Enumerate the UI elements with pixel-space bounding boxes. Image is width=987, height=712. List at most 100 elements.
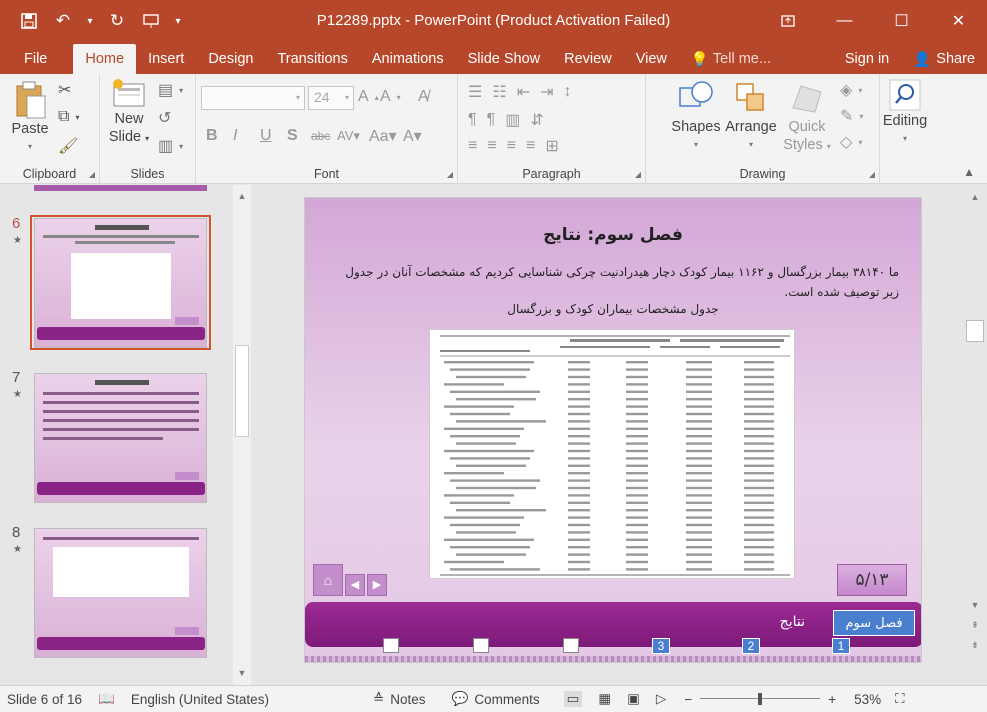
- slide-body-text[interactable]: ما ۳۸۱۴۰ بیمار بزرگسال و ۱۱۶۲ بیمار کودک…: [329, 262, 899, 302]
- zoom-out-icon[interactable]: −: [684, 692, 692, 707]
- tab-review[interactable]: Review: [552, 44, 624, 74]
- grow-font-icon[interactable]: A ▴: [358, 88, 379, 106]
- language-indicator[interactable]: English (United States): [131, 692, 269, 707]
- slide-canvas[interactable]: فصل سوم: نتایج ما ۳۸۱۴۰ بیمار بزرگسال و …: [304, 197, 922, 663]
- sign-in-link[interactable]: Sign in: [833, 44, 901, 74]
- customize-qat-icon[interactable]: ▾: [170, 6, 186, 36]
- close-button[interactable]: ✕: [930, 0, 987, 42]
- thumbnail-scrollbar[interactable]: ▲ ▼: [233, 185, 251, 685]
- collapse-ribbon-icon[interactable]: ▲: [963, 165, 975, 179]
- font-size-combo[interactable]: 24 ▾: [308, 86, 354, 110]
- justify-icon[interactable]: ≡: [526, 137, 535, 155]
- paragraph-launcher-icon[interactable]: ◢: [635, 170, 641, 179]
- characteristics-table-image[interactable]: [429, 329, 795, 579]
- align-left-icon[interactable]: ≡: [468, 137, 477, 155]
- clipboard-launcher-icon[interactable]: ◢: [89, 170, 95, 179]
- undo-icon[interactable]: ↶: [48, 6, 78, 36]
- shape-outline-icon[interactable]: ✎ ▾: [840, 106, 863, 126]
- format-painter-icon[interactable]: 🖌: [58, 136, 78, 156]
- rtl-icon[interactable]: ¶: [468, 111, 477, 129]
- underline-icon[interactable]: U: [260, 127, 287, 145]
- table-caption[interactable]: جدول مشخصات بیماران کودک و بزرگسال: [305, 302, 921, 316]
- clear-format-icon[interactable]: A̸: [418, 88, 429, 106]
- text-direction-icon[interactable]: ⇵: [530, 110, 543, 130]
- comments-button[interactable]: 💬 Comments: [452, 691, 540, 707]
- normal-view-icon[interactable]: ▭: [563, 691, 583, 707]
- align-center-icon[interactable]: ≡: [487, 137, 496, 155]
- ribbon-display-icon[interactable]: [759, 0, 816, 42]
- shape-fill-icon[interactable]: ◈ ▾: [840, 80, 862, 100]
- line-spacing-icon[interactable]: ↕: [564, 83, 572, 101]
- change-case-icon[interactable]: Aa▾: [369, 126, 403, 146]
- slide-scroll-thumb[interactable]: [966, 320, 984, 342]
- decrease-indent-icon[interactable]: ⇤: [517, 82, 530, 102]
- arrange-button[interactable]: Arrange ▾: [722, 78, 780, 154]
- undo-dropdown-icon[interactable]: ▾: [82, 6, 98, 36]
- bullets-icon[interactable]: ☰: [468, 82, 482, 102]
- tab-insert[interactable]: Insert: [136, 44, 196, 74]
- ltr-icon[interactable]: ¶: [487, 111, 496, 129]
- bold-icon[interactable]: B: [206, 127, 233, 145]
- reset-icon[interactable]: ↺: [158, 108, 171, 128]
- save-icon[interactable]: [14, 6, 44, 36]
- slide-title[interactable]: فصل سوم: نتایج: [305, 225, 921, 245]
- nav-number-3[interactable]: 3: [652, 638, 670, 654]
- italic-icon[interactable]: I: [233, 127, 260, 145]
- shape-effects-icon[interactable]: ◇ ▾: [840, 132, 862, 152]
- new-slide-button[interactable]: New Slide ▾: [106, 78, 152, 148]
- shrink-font-icon[interactable]: A ▾: [380, 88, 401, 106]
- scroll-up-icon[interactable]: ▲: [966, 189, 984, 205]
- spell-check-icon[interactable]: 📖: [98, 691, 115, 707]
- zoom-in-icon[interactable]: +: [828, 692, 836, 707]
- increase-indent-icon[interactable]: ⇥: [540, 82, 553, 102]
- align-text-icon[interactable]: ⊞: [545, 136, 558, 156]
- next-slide-icon[interactable]: ⇟: [966, 637, 984, 653]
- previous-thumbnail-edge[interactable]: [34, 185, 207, 191]
- strikethrough-icon[interactable]: abc: [311, 129, 337, 143]
- slide-sorter-icon[interactable]: ▦: [598, 691, 611, 707]
- nav-dot[interactable]: [383, 638, 399, 653]
- tab-animations[interactable]: Animations: [360, 44, 456, 74]
- slide-thumbnail-7[interactable]: [34, 373, 207, 503]
- shadow-icon[interactable]: S: [287, 127, 311, 145]
- editing-button[interactable]: Editing ▾: [880, 78, 930, 148]
- quick-styles-button[interactable]: Quick Styles ▾: [780, 78, 834, 156]
- home-icon[interactable]: ⌂: [313, 564, 343, 596]
- tab-slide-show[interactable]: Slide Show: [456, 44, 553, 74]
- nav-number-1[interactable]: 1: [832, 638, 850, 654]
- fit-slide-icon[interactable]: ⛶: [895, 691, 904, 707]
- shapes-button[interactable]: Shapes ▾: [670, 78, 722, 154]
- scroll-down-icon[interactable]: ▼: [966, 597, 984, 613]
- font-color-icon[interactable]: A▾: [403, 126, 423, 146]
- tab-view[interactable]: View: [624, 44, 679, 74]
- nav-dot[interactable]: [473, 638, 489, 653]
- slide-thumbnail-6[interactable]: [34, 218, 207, 348]
- nav-number-2[interactable]: 2: [742, 638, 760, 654]
- minimize-button[interactable]: —: [816, 0, 873, 42]
- scroll-down-icon[interactable]: ▼: [233, 665, 251, 681]
- paste-button[interactable]: Paste ▾: [10, 80, 50, 156]
- reading-view-icon[interactable]: ▣: [627, 691, 640, 707]
- redo-icon[interactable]: ↻: [102, 6, 132, 36]
- zoom-level[interactable]: 53%: [854, 692, 881, 707]
- thumbnail-scroll-thumb[interactable]: [235, 345, 249, 437]
- tab-design[interactable]: Design: [196, 44, 265, 74]
- drawing-launcher-icon[interactable]: ◢: [869, 170, 875, 179]
- nav-dot[interactable]: [563, 638, 579, 653]
- previous-slide-icon[interactable]: ⇞: [966, 617, 984, 633]
- tab-transitions[interactable]: Transitions: [265, 44, 359, 74]
- tab-home[interactable]: Home: [73, 44, 137, 74]
- chapter-button[interactable]: فصل سوم: [833, 610, 915, 636]
- slide-thumbnail-8[interactable]: [34, 528, 207, 658]
- zoom-slider[interactable]: [700, 693, 821, 705]
- cut-icon[interactable]: ✂: [58, 80, 71, 100]
- font-launcher-icon[interactable]: ◢: [447, 170, 453, 179]
- next-arrow-icon[interactable]: ▶: [367, 574, 387, 596]
- columns-icon[interactable]: ▥: [505, 110, 520, 130]
- prev-arrow-icon[interactable]: ◀: [345, 574, 365, 596]
- slideshow-view-icon[interactable]: ▷: [656, 691, 666, 707]
- slide-scrollbar[interactable]: ▲ ▼ ⇞ ⇟: [962, 185, 987, 685]
- layout-icon[interactable]: ▤ ▾: [158, 80, 183, 100]
- copy-icon[interactable]: ⧉ ▾: [58, 108, 79, 126]
- scroll-up-icon[interactable]: ▲: [233, 188, 251, 204]
